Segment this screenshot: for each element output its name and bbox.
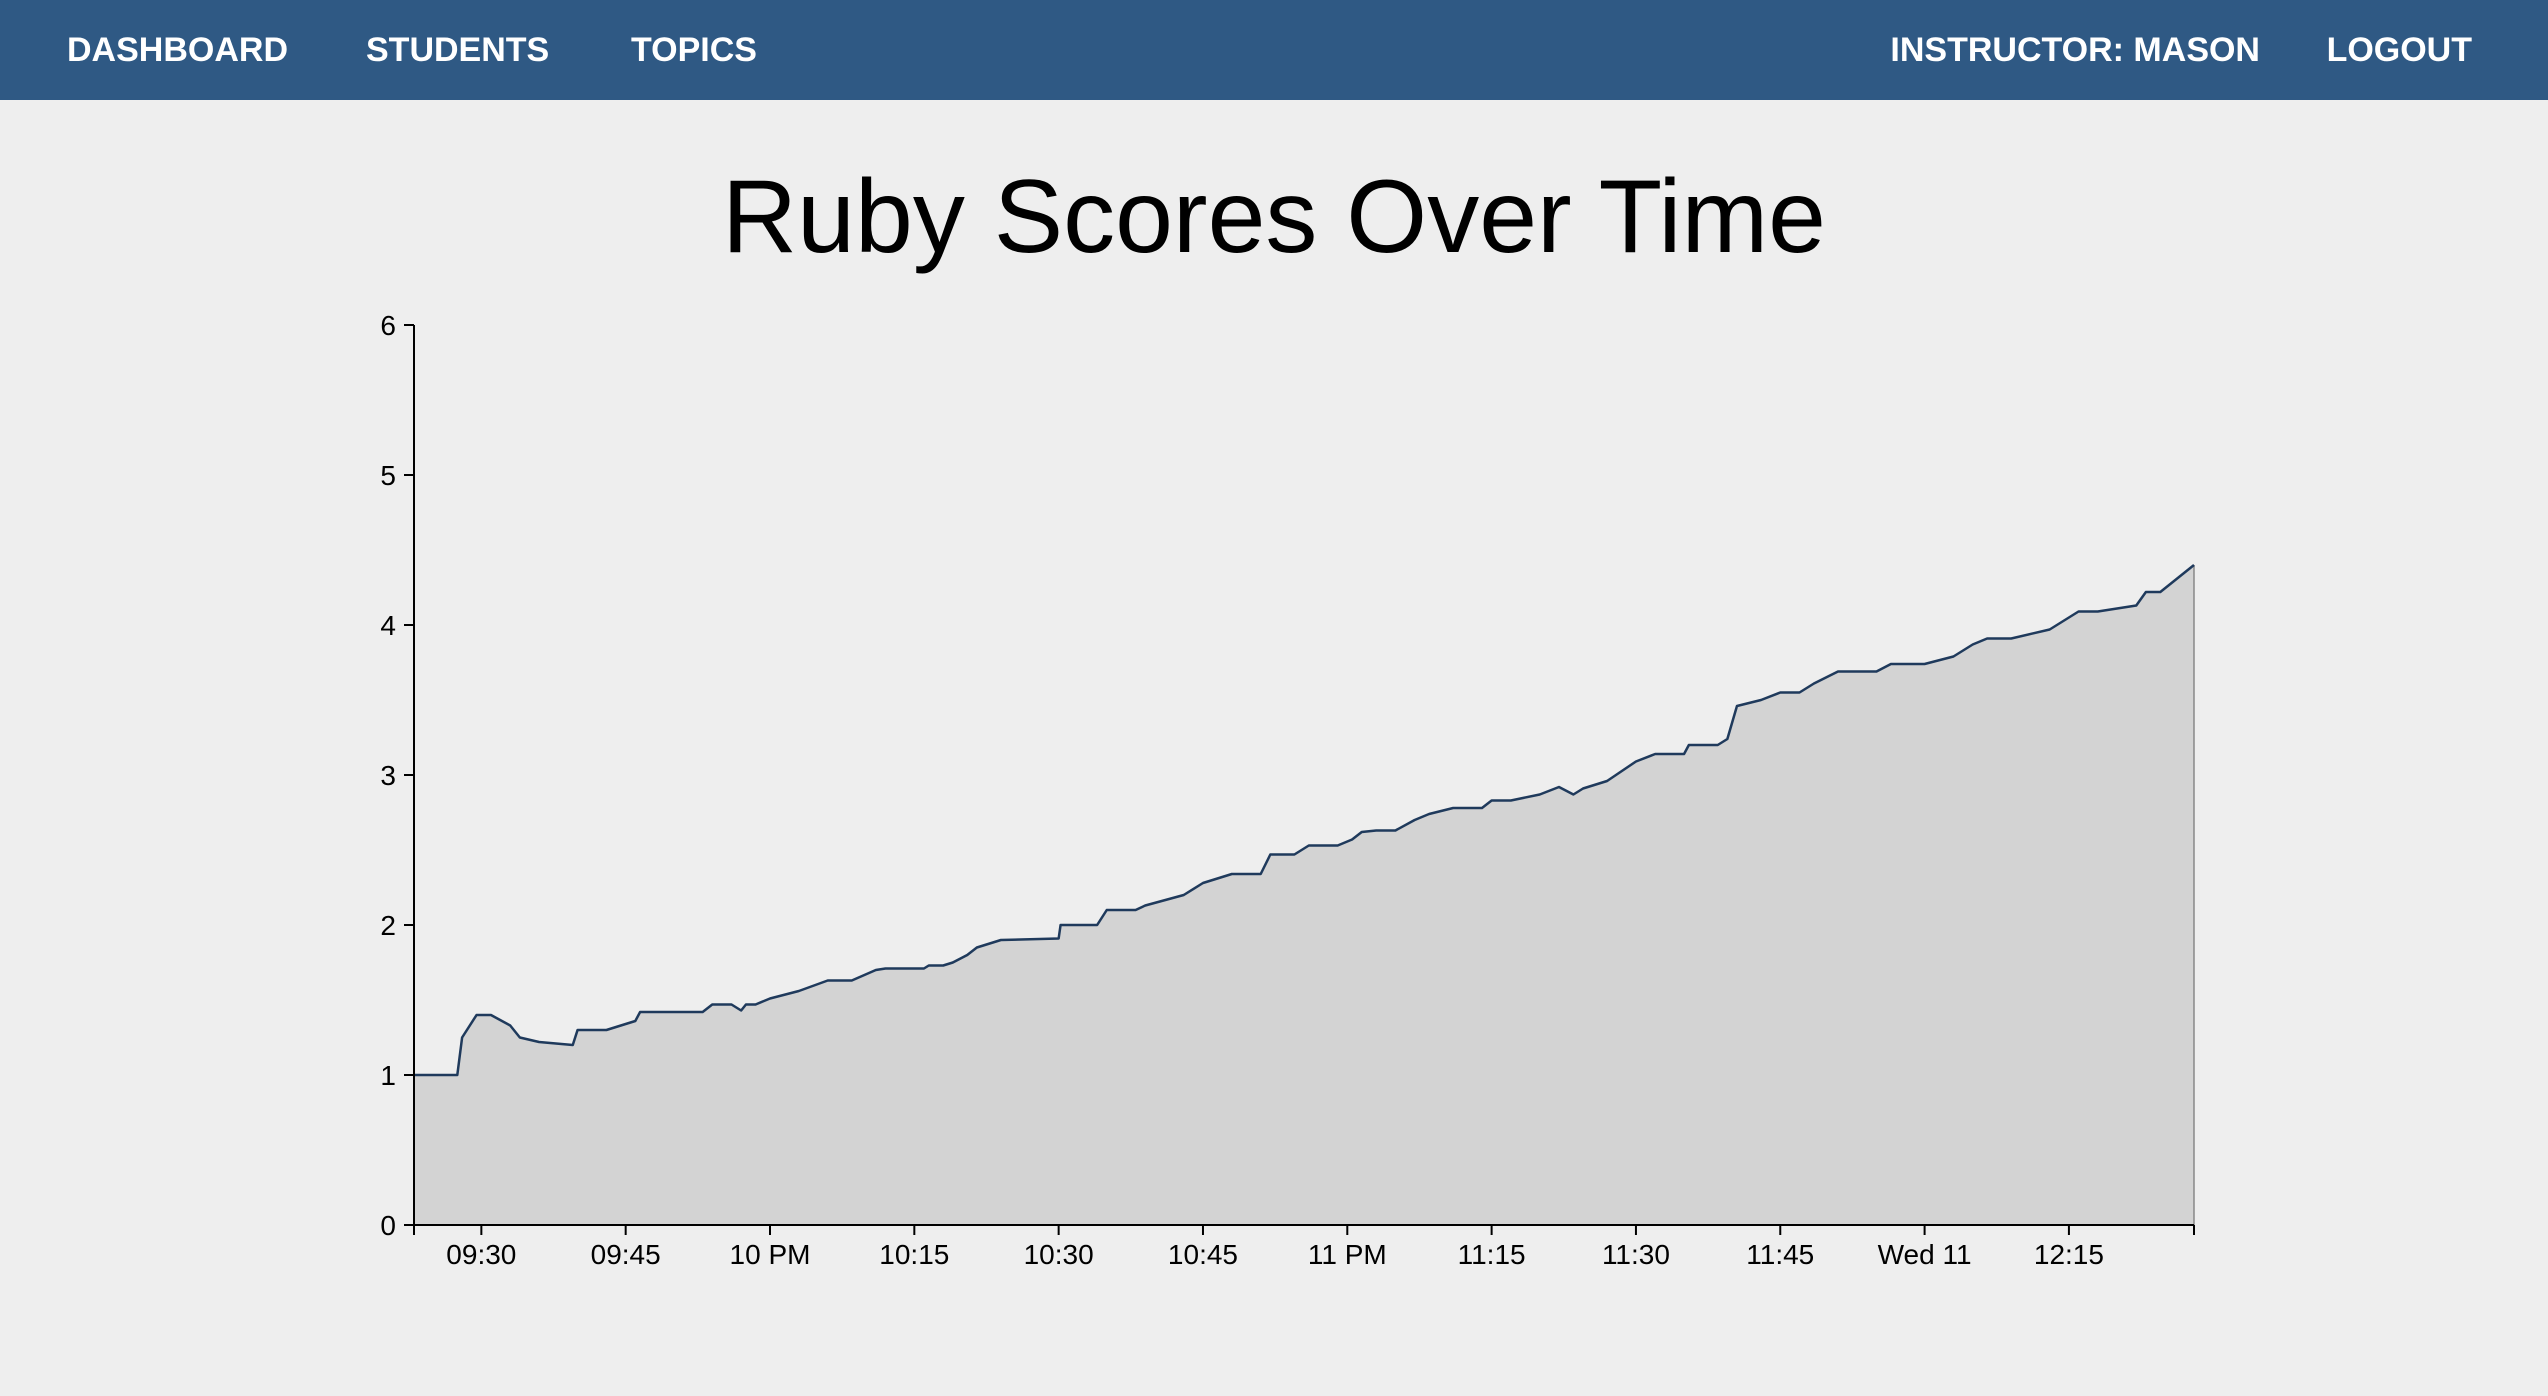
y-tick-label: 5 <box>380 460 396 491</box>
x-tick-label: 10:15 <box>879 1239 949 1270</box>
y-tick-label: 0 <box>380 1210 396 1241</box>
y-tick-label: 6 <box>380 310 396 341</box>
x-tick-label: 10:30 <box>1024 1239 1094 1270</box>
x-tick-label: 11:45 <box>1746 1239 1814 1270</box>
score-area-chart: 0 1 2 3 4 5 6 09:30 09:45 10 PM 10:15 10:30 10:45 11 … <box>380 310 2195 1270</box>
x-tick-label: 09:45 <box>591 1239 661 1270</box>
y-tick-label: 2 <box>380 910 396 941</box>
x-tick-label: 11:30 <box>1602 1239 1670 1270</box>
x-tick-label: 11 PM <box>1308 1239 1387 1270</box>
x-tick-label: 09:30 <box>446 1239 516 1270</box>
x-tick-label: 11:15 <box>1458 1239 1526 1270</box>
x-tick-label: Wed 11 <box>1878 1239 1972 1270</box>
x-tick-label: 12:15 <box>2034 1239 2104 1270</box>
x-tick-label: 10:45 <box>1168 1239 1238 1270</box>
y-tick-label: 4 <box>380 610 396 641</box>
y-tick-label: 3 <box>380 760 396 791</box>
y-tick-label: 1 <box>380 1060 396 1091</box>
x-tick-label: 10 PM <box>730 1239 811 1270</box>
